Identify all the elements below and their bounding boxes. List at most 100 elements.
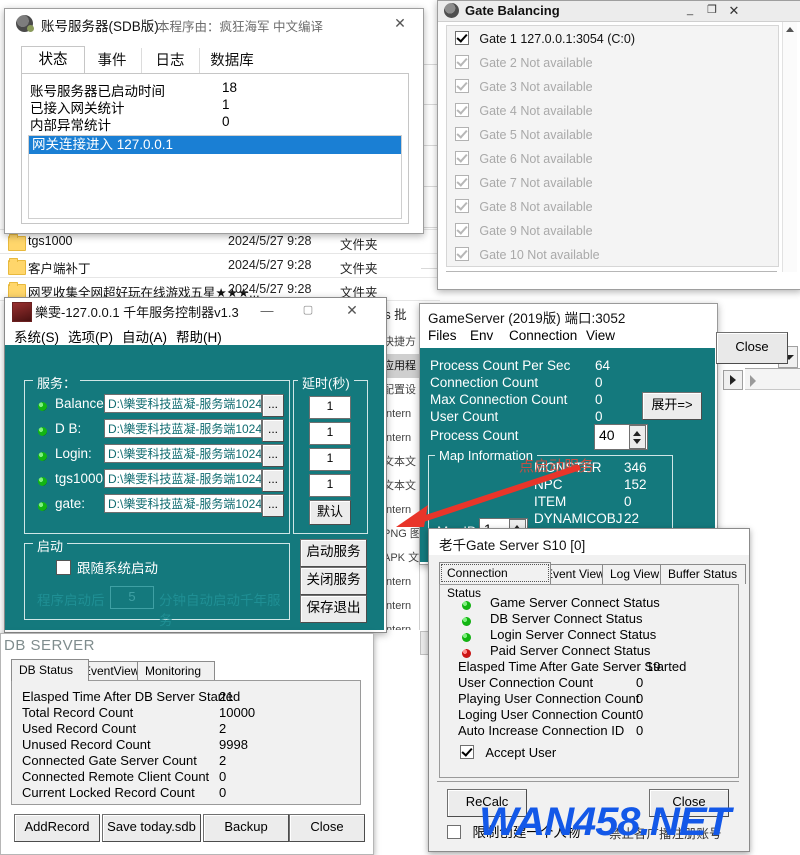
tab-events[interactable]: 事件 [83,48,142,74]
menu-files[interactable]: Files [428,328,457,343]
gate-item-5[interactable]: Gate 6 Not available [455,151,593,166]
gate-checkbox[interactable] [455,55,469,69]
gate-item-8[interactable]: Gate 9 Not available [455,223,593,238]
menu-help[interactable]: 帮助(H) [176,326,222,346]
db-server-window[interactable]: DB SERVER DB Status EventView Monitoring… [0,633,374,855]
delay-input-tgs1000[interactable]: 1 [309,474,351,497]
auto-start-minutes-input[interactable]: 5 [110,586,154,609]
status-label-db-server: DB Server Connect Status [490,611,643,626]
service-path-db[interactable]: D:\樂雯科技蓝凝-服务端1024\C [104,419,262,438]
startup-with-system-checkbox[interactable] [56,560,71,575]
delay-group-label: 延时(秒) [298,373,354,392]
divider [437,781,739,782]
browse-button-balance[interactable]: ... [262,394,284,417]
game-server-menubar[interactable]: Files Env Connection View [420,326,715,348]
backup-button[interactable]: Backup [203,814,289,842]
service-controller-menubar[interactable]: 系统(S) 选项(P) 自动(A) 帮助(H) [5,324,384,345]
gate-item-2[interactable]: Gate 3 Not available [455,79,593,94]
db-row-label: Unused Record Count [22,737,151,752]
gate-balancing-scrollbar[interactable] [782,22,797,272]
menu-system[interactable]: 系统(S) [14,326,59,346]
type-cell: APK 文 [383,552,420,564]
tab-status[interactable]: 状态 [21,46,85,75]
account-server-window[interactable]: 账号服务器(SDB版) 本程序由：疯狂海军 中文编译 ✕ 状态 事件 日志 数据… [4,8,424,234]
maximize-button[interactable]: ❐ [702,1,722,20]
gate-checkbox[interactable] [455,31,469,45]
close-button[interactable]: ✕ [724,1,744,20]
menu-env[interactable]: Env [470,328,493,343]
gate-balancing-titlebar[interactable]: Gate Balancing _ ❐ ✕ [438,1,800,22]
menu-view[interactable]: View [586,328,615,343]
delay-input-login[interactable]: 1 [309,448,351,471]
browse-button-login[interactable]: ... [262,444,284,467]
expand-button[interactable]: 展开=> [642,392,702,420]
close-button[interactable]: Close [289,814,365,842]
accept-user-row[interactable]: Accept User [460,745,556,760]
gate-checkbox[interactable] [455,127,469,141]
service-path-gate[interactable]: D:\樂雯科技蓝凝-服务端1024\G [104,494,262,513]
gate-checkbox[interactable] [455,79,469,93]
tab-monitoring[interactable]: Monitoring [137,661,215,681]
maximize-button[interactable]: ▢ [291,298,325,323]
stop-service-button[interactable]: 关闭服务 [300,567,367,595]
gate-item-9[interactable]: Gate 10 Not available [455,247,600,262]
gate-item-0[interactable]: Gate 1 127.0.0.1:3054 (C:0) [455,31,635,46]
gate-checkbox[interactable] [455,223,469,237]
browse-button-gate[interactable]: ... [262,494,284,517]
default-button[interactable]: 默认 [309,500,351,525]
gate-checkbox[interactable] [455,199,469,213]
explorer-row-0[interactable]: tgs1000 2024/5/27 9:28 文件夹 [0,231,440,255]
accept-user-checkbox[interactable] [460,745,474,759]
tab-connection-status[interactable]: Connection Status [439,562,551,600]
account-server-titlebar[interactable]: 账号服务器(SDB版) 本程序由：疯狂海军 中文编译 ✕ [5,9,423,39]
gate-checkbox[interactable] [455,175,469,189]
close-button[interactable]: ✕ [335,298,369,323]
service-path-login[interactable]: D:\樂雯科技蓝凝-服务端1024\L [104,444,262,463]
close-button[interactable]: ✕ [383,9,417,38]
gate-checkbox[interactable] [455,247,469,261]
minimize-button[interactable]: _ [680,1,700,20]
process-count-spinner[interactable] [629,425,646,449]
gate-item-6[interactable]: Gate 7 Not available [455,175,593,190]
delay-input-db[interactable]: 1 [309,422,351,445]
browse-button-tgs1000[interactable]: ... [262,469,284,492]
chevron-up-icon[interactable] [786,27,794,32]
add-record-button[interactable]: AddRecord [14,814,100,842]
gate-item-3[interactable]: Gate 4 Not available [455,103,593,118]
service-path-tgs1000[interactable]: D:\樂雯科技蓝凝-服务端1024\t [104,469,262,488]
save-today-button[interactable]: Save today.sdb [102,814,201,842]
tab-database[interactable]: 数据库 [199,48,265,74]
service-controller-titlebar[interactable]: 樂雯-127.0.0.1 千年服务控制器v1.3 — ▢ ✕ [5,298,386,324]
stat-value: 0 [222,114,230,129]
gate-checkbox[interactable] [455,151,469,165]
menu-auto[interactable]: 自动(A) [122,326,167,346]
start-service-button[interactable]: 启动服务 [300,539,367,567]
browse-button-db[interactable]: ... [262,419,284,442]
gate-server-titlebar[interactable]: 老千Gate Server S10 [0] [429,529,749,555]
gate-balancing-window[interactable]: Gate Balancing _ ❐ ✕ Gate 1 127.0.0.1:30… [437,0,800,290]
tab-buffer-status[interactable]: Buffer Status [660,564,746,584]
limit-create-checkbox[interactable] [447,825,461,839]
log-item-selected[interactable]: 网关连接进入 127.0.0.1 [29,136,401,154]
floating-close-button[interactable]: Close [716,332,788,364]
service-path-balance[interactable]: D:\樂雯科技蓝凝-服务端1024\B [104,394,262,413]
gate-list[interactable]: Gate 1 127.0.0.1:3054 (C:0) Gate 2 Not a… [446,25,779,267]
gate-item-7[interactable]: Gate 8 Not available [455,199,593,214]
gate-item-4[interactable]: Gate 5 Not available [455,127,593,142]
gate-item-1[interactable]: Gate 2 Not available [455,55,593,70]
gate-checkbox[interactable] [455,103,469,117]
gate-label: Gate 5 Not available [479,128,593,142]
tab-log[interactable]: 日志 [141,48,200,74]
tab-db-status[interactable]: DB Status [11,659,89,681]
explorer-row-1[interactable]: 客户端补丁 2024/5/27 9:28 文件夹 [0,255,440,279]
menu-options[interactable]: 选项(P) [68,326,113,346]
account-server-log-list[interactable]: 网关连接进入 127.0.0.1 [28,135,402,219]
type-cell: Intern [383,432,412,444]
save-exit-button[interactable]: 保存退出 [300,595,367,623]
delay-input-balance[interactable]: 1 [309,396,351,419]
minimize-button[interactable]: — [250,298,284,323]
game-server-titlebar[interactable]: GameServer (2019版) 端口:3052 [420,304,717,326]
menu-connection[interactable]: Connection [509,328,577,343]
scroll-right-button[interactable] [723,370,743,390]
service-controller-window[interactable]: 樂雯-127.0.0.1 千年服务控制器v1.3 — ▢ ✕ 系统(S) 选项(… [4,297,387,633]
